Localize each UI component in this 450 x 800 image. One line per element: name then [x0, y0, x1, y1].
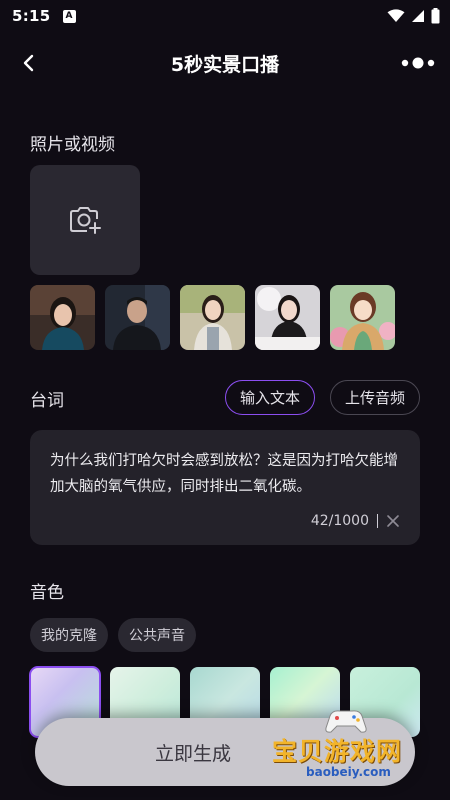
back-arrow-icon[interactable]	[18, 52, 40, 74]
tab-upload-audio[interactable]: 上传音频	[330, 380, 420, 415]
battery-icon	[431, 8, 440, 24]
gamepad-icon	[325, 710, 367, 733]
watermark-name: 宝贝游戏网	[272, 737, 403, 766]
tab-input-text[interactable]: 输入文本	[225, 380, 315, 415]
divider	[377, 514, 378, 528]
generate-button-label: 立即生成	[154, 742, 231, 765]
avatar-sample-5[interactable]	[330, 285, 395, 350]
notification-icon: A	[62, 9, 76, 23]
watermark-logo: 宝贝游戏网 baobeiy.com	[272, 708, 422, 788]
status-icons	[387, 8, 440, 24]
more-menu-icon[interactable]	[400, 54, 436, 72]
header: 5秒实景口播	[0, 40, 450, 86]
avatar-sample-3[interactable]	[180, 285, 245, 350]
chip-my-clones[interactable]: 我的克隆	[30, 618, 108, 652]
clear-icon[interactable]	[386, 514, 400, 528]
status-bar: 5:15 A	[0, 0, 450, 32]
script-footer: 42/1000	[311, 513, 400, 529]
media-section-label: 照片或视频	[30, 135, 115, 155]
page-title: 5秒实景口播	[170, 53, 280, 76]
wifi-icon	[387, 9, 405, 22]
script-section-label: 台词	[30, 391, 64, 411]
chip-public-voices[interactable]: 公共声音	[118, 618, 196, 652]
script-text: 为什么我们打哈欠时会感到放松？这是因为打哈欠能增加大脑的氧气供应，同时排出二氧化…	[50, 453, 398, 495]
sample-avatars	[30, 285, 395, 350]
voice-section-label: 音色	[30, 583, 64, 603]
camera-plus-icon	[70, 207, 101, 234]
status-time: 5:15	[12, 7, 51, 25]
watermark-url: baobeiy.com	[306, 765, 391, 779]
char-counter: 42/1000	[310, 513, 369, 529]
signal-icon	[412, 10, 424, 22]
avatar-sample-1[interactable]	[30, 285, 95, 350]
avatar-sample-4[interactable]	[255, 285, 320, 350]
script-textarea[interactable]: 为什么我们打哈欠时会感到放松？这是因为打哈欠能增加大脑的氧气供应，同时排出二氧化…	[30, 430, 420, 545]
avatar-sample-2[interactable]	[105, 285, 170, 350]
upload-media-button[interactable]	[30, 165, 140, 275]
